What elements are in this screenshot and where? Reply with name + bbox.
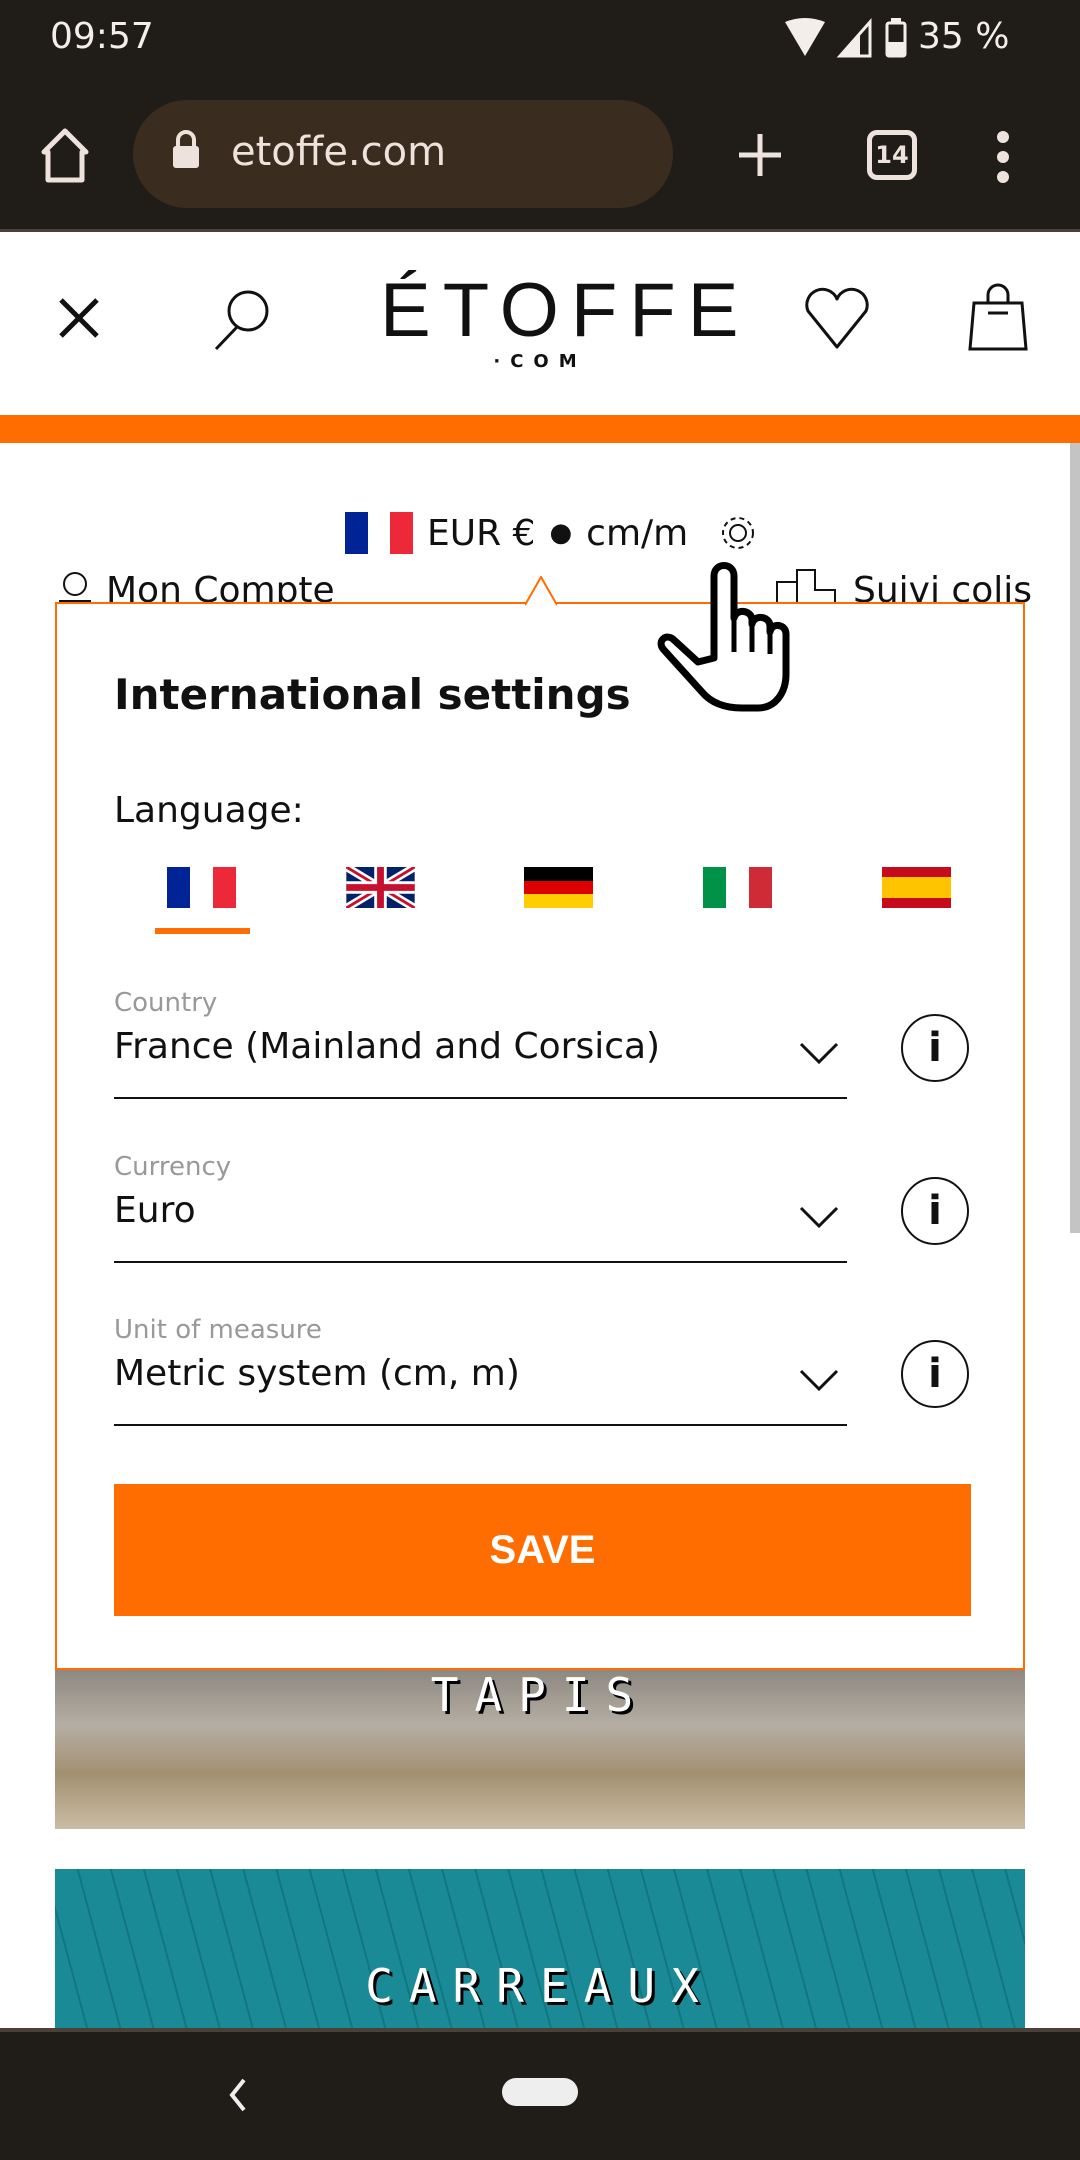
clock: 09:57 xyxy=(50,16,154,57)
category-banner-tapis[interactable]: TAPIS xyxy=(55,1670,1025,1829)
country-info-icon[interactable]: i xyxy=(901,1014,969,1082)
tab-switcher-button[interactable]: 14 xyxy=(867,130,917,180)
logo-text: ÉTOFFE xyxy=(380,268,751,353)
battery-icon xyxy=(885,18,907,58)
hand-pointer-cursor-icon xyxy=(657,562,790,712)
browser-toolbar: etoffe.com 14 xyxy=(0,80,1080,232)
language-english[interactable] xyxy=(346,867,415,908)
language-spanish[interactable] xyxy=(882,867,951,908)
language-german[interactable] xyxy=(524,867,593,909)
url-bar[interactable]: etoffe.com xyxy=(133,100,673,208)
unit-label: Unit of measure xyxy=(114,1315,322,1345)
accent-bar xyxy=(0,415,1080,443)
wifi-signal-icon xyxy=(785,18,872,58)
language-italian[interactable] xyxy=(703,867,772,908)
home-icon[interactable] xyxy=(40,128,90,184)
field-underline xyxy=(114,1261,847,1263)
site-logo[interactable]: ÉTOFFE ·COM xyxy=(380,268,751,373)
lock-icon xyxy=(173,130,199,168)
scrollbar[interactable] xyxy=(1070,443,1080,1233)
banner-label: TAPIS xyxy=(430,1670,650,1722)
selected-language-indicator xyxy=(155,928,250,934)
wishlist-heart-icon[interactable] xyxy=(802,287,872,351)
popup-arrow xyxy=(525,576,557,606)
search-icon[interactable] xyxy=(210,287,274,351)
currency-select[interactable]: Currency Euro xyxy=(114,1152,847,1264)
unit-select[interactable]: Unit of measure Metric system (cm, m) xyxy=(114,1315,847,1427)
category-banner-carreaux[interactable]: CARREAUX xyxy=(55,1869,1025,2028)
back-icon[interactable] xyxy=(228,2078,248,2112)
currency-indicator: EUR € xyxy=(427,512,536,554)
home-gesture-pill[interactable] xyxy=(502,2078,578,2106)
country-label: Country xyxy=(114,988,218,1018)
gear-icon xyxy=(722,517,755,549)
field-underline xyxy=(114,1424,847,1426)
save-button[interactable]: SAVE xyxy=(114,1484,971,1616)
status-bar: 09:57 35 % xyxy=(0,0,1080,80)
language-label: Language: xyxy=(114,790,304,831)
separator: ● xyxy=(549,518,573,548)
new-tab-icon[interactable] xyxy=(737,132,783,178)
country-select[interactable]: Country France (Mainland and Corsica) xyxy=(114,988,847,1100)
battery-level: 35 % xyxy=(918,16,1010,57)
language-french[interactable] xyxy=(167,867,236,908)
country-value: France (Mainland and Corsica) xyxy=(114,1026,661,1067)
international-settings-popup: International settings Language: Country… xyxy=(55,576,1025,1670)
banner-label: CARREAUX xyxy=(365,1959,715,2013)
close-icon[interactable] xyxy=(58,297,100,339)
shopping-bag-icon[interactable] xyxy=(968,283,1030,355)
field-underline xyxy=(114,1097,847,1099)
site-header: ÉTOFFE ·COM xyxy=(0,235,1080,415)
logo-subtext: ·COM xyxy=(493,351,587,372)
french-flag-icon xyxy=(345,512,414,554)
more-menu-icon[interactable] xyxy=(993,130,1013,186)
url-text: etoffe.com xyxy=(231,129,447,175)
system-navigation-bar xyxy=(0,2028,1080,2160)
international-settings-toggle[interactable]: EUR € ● cm/m xyxy=(345,510,760,556)
chevron-down-icon xyxy=(799,1369,839,1392)
popup-title: International settings xyxy=(114,670,631,719)
currency-value: Euro xyxy=(114,1190,196,1231)
chevron-down-icon xyxy=(799,1206,839,1229)
currency-label: Currency xyxy=(114,1152,232,1182)
unit-indicator: cm/m xyxy=(586,512,689,554)
unit-info-icon[interactable]: i xyxy=(901,1340,969,1408)
currency-info-icon[interactable]: i xyxy=(901,1177,969,1245)
chevron-down-icon xyxy=(799,1042,839,1065)
unit-value: Metric system (cm, m) xyxy=(114,1353,520,1394)
